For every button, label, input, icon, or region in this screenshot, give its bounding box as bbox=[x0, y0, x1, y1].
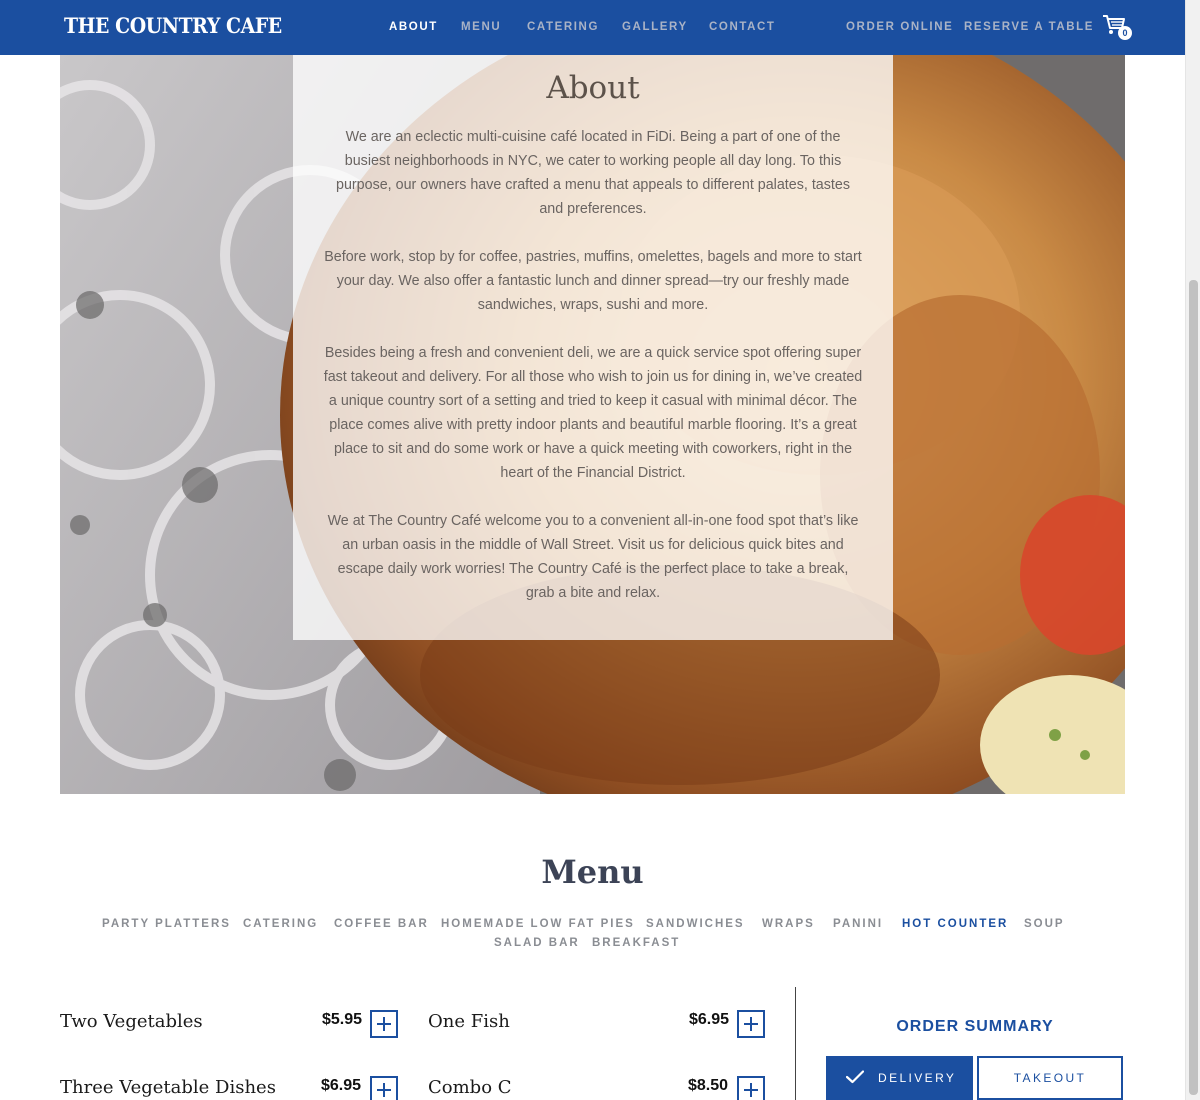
takeout-button[interactable]: TAKEOUT bbox=[977, 1056, 1123, 1100]
cart-count-badge: 0 bbox=[1118, 26, 1132, 40]
delivery-button[interactable]: DELIVERY bbox=[826, 1056, 973, 1100]
menu-item-name: One Fish bbox=[428, 1011, 510, 1032]
delivery-label: DELIVERY bbox=[878, 1071, 957, 1085]
menu-title: Menu bbox=[541, 853, 644, 891]
tab-sandwiches[interactable]: SANDWICHES bbox=[646, 918, 745, 930]
order-summary-title: ORDER SUMMARY bbox=[896, 1018, 1054, 1035]
about-paragraph: We are an eclectic multi-cuisine café lo… bbox=[336, 129, 850, 217]
menu-item-name: Combo C bbox=[428, 1077, 512, 1098]
page-scrollbar[interactable] bbox=[1185, 0, 1200, 1100]
tab-hot-counter[interactable]: HOT COUNTER bbox=[902, 918, 1008, 930]
tab-party-platters[interactable]: PARTY PLATTERS bbox=[102, 918, 231, 930]
site-logo[interactable]: THE COUNTRY CAFE bbox=[64, 13, 282, 38]
top-navbar: THE COUNTRY CAFE ABOUT MENU CATERING GAL… bbox=[0, 0, 1185, 55]
tab-salad-bar[interactable]: SALAD BAR bbox=[494, 937, 580, 949]
menu-item-name: Three Vegetable Dishes bbox=[60, 1077, 276, 1098]
nav-menu[interactable]: MENU bbox=[461, 21, 501, 33]
menu-item-name: Two Vegetables bbox=[60, 1011, 203, 1032]
menu-item-price: $6.95 bbox=[321, 1077, 362, 1094]
scrollbar-thumb[interactable] bbox=[1189, 280, 1198, 1095]
tab-wraps[interactable]: WRAPS bbox=[762, 918, 815, 930]
order-summary-divider bbox=[795, 987, 796, 1100]
reserve-table-link[interactable]: RESERVE A TABLE bbox=[964, 21, 1094, 33]
tab-panini[interactable]: PANINI bbox=[833, 918, 883, 930]
tab-coffee-bar[interactable]: COFFEE BAR bbox=[334, 918, 429, 930]
about-card: About We are an eclectic multi-cuisine c… bbox=[293, 55, 893, 640]
add-item-button[interactable] bbox=[737, 1010, 765, 1038]
menu-item-price: $5.95 bbox=[322, 1011, 363, 1028]
about-paragraph: Besides being a fresh and convenient del… bbox=[323, 345, 863, 481]
order-online-link[interactable]: ORDER ONLINE bbox=[846, 21, 953, 33]
tab-soup[interactable]: SOUP bbox=[1024, 918, 1065, 930]
about-paragraph: We at The Country Café welcome you to a … bbox=[327, 513, 859, 601]
tab-catering[interactable]: CATERING bbox=[243, 918, 318, 930]
nav-contact[interactable]: CONTACT bbox=[709, 21, 776, 33]
add-item-button[interactable] bbox=[737, 1076, 765, 1100]
about-hero-image: About We are an eclectic multi-cuisine c… bbox=[60, 55, 1125, 794]
about-title: About bbox=[546, 70, 640, 106]
nav-about[interactable]: ABOUT bbox=[389, 21, 438, 33]
nav-catering[interactable]: CATERING bbox=[527, 21, 599, 33]
about-paragraph: Before work, stop by for coffee, pastrie… bbox=[324, 249, 862, 313]
check-icon bbox=[846, 1070, 864, 1084]
tab-homemade-low-fat-pies[interactable]: HOMEMADE LOW FAT PIES bbox=[441, 918, 635, 930]
cart-button[interactable]: 0 bbox=[1102, 14, 1132, 42]
add-item-button[interactable] bbox=[370, 1076, 398, 1100]
tab-breakfast[interactable]: BREAKFAST bbox=[592, 937, 680, 949]
menu-item-price: $6.95 bbox=[689, 1011, 730, 1028]
add-item-button[interactable] bbox=[370, 1010, 398, 1038]
nav-gallery[interactable]: GALLERY bbox=[622, 21, 688, 33]
menu-item-price: $8.50 bbox=[688, 1077, 729, 1094]
